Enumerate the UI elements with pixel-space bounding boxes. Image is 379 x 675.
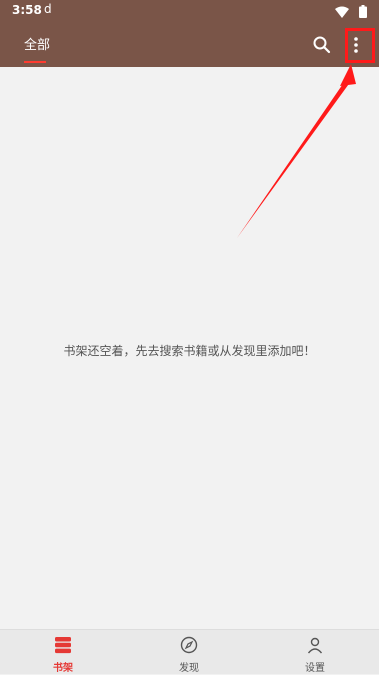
- status-app-indicator: d: [44, 2, 52, 16]
- pointer-arrow: [237, 64, 356, 238]
- nav-bookshelf[interactable]: 书架: [28, 636, 98, 675]
- status-time: 3:58: [12, 3, 42, 17]
- nav-discover[interactable]: 发现: [154, 636, 224, 675]
- compass-icon: [180, 636, 198, 654]
- search-icon: [313, 36, 331, 54]
- person-icon: [307, 637, 323, 654]
- tab-all[interactable]: 全部: [24, 34, 50, 64]
- empty-bookshelf-message: 书架还空着，先去搜索书籍或从发现里添加吧！: [63, 344, 316, 358]
- nav-settings[interactable]: 设置: [280, 636, 350, 675]
- tab-indicator: [24, 61, 46, 63]
- highlight-box: [345, 28, 375, 63]
- nav-bookshelf-label: 书架: [53, 663, 73, 674]
- status-bar: 3:58 d: [0, 0, 379, 24]
- battery-icon: [359, 5, 367, 18]
- search-button[interactable]: [309, 32, 335, 58]
- bottom-navigation: 书架 发现 设置: [0, 629, 379, 674]
- nav-discover-label: 发现: [179, 663, 199, 674]
- tab-all-label: 全部: [24, 38, 51, 53]
- bookshelf-icon: [55, 637, 71, 654]
- nav-settings-label: 设置: [305, 663, 325, 674]
- wifi-icon: [335, 6, 349, 18]
- toolbar: 全部: [0, 24, 379, 67]
